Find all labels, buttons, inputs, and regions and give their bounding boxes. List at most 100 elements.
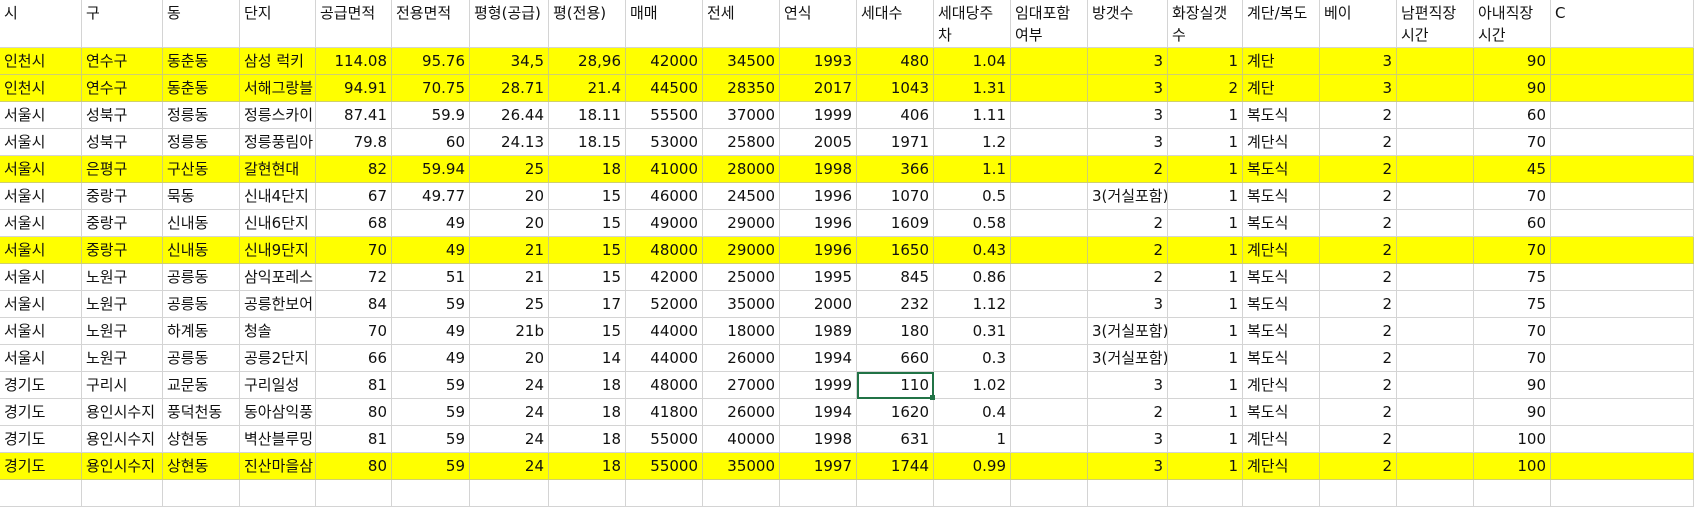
table-cell[interactable]: 67 — [316, 183, 392, 210]
table-cell[interactable]: 신내6단지 — [240, 210, 316, 237]
table-cell[interactable] — [1474, 480, 1551, 507]
table-cell[interactable]: 1744 — [857, 453, 934, 480]
column-header[interactable]: 전세 — [703, 0, 780, 48]
table-cell[interactable]: 3 — [1088, 48, 1168, 75]
table-cell[interactable] — [1397, 480, 1474, 507]
table-cell[interactable]: 성북구 — [82, 102, 163, 129]
table-cell[interactable]: 90 — [1474, 75, 1551, 102]
table-cell[interactable]: 87.41 — [316, 102, 392, 129]
table-cell[interactable]: 60 — [1474, 210, 1551, 237]
table-cell[interactable]: 서해그랑블 — [240, 75, 316, 102]
fill-handle[interactable] — [930, 395, 935, 400]
table-cell[interactable]: 70 — [316, 237, 392, 264]
table-cell[interactable]: 2 — [1320, 102, 1397, 129]
table-cell[interactable] — [163, 480, 240, 507]
table-cell[interactable]: 중랑구 — [82, 183, 163, 210]
table-cell[interactable]: 신내4단지 — [240, 183, 316, 210]
table-cell[interactable] — [1011, 156, 1088, 183]
table-cell[interactable]: 계단식 — [1243, 372, 1320, 399]
table-cell[interactable] — [0, 480, 82, 507]
table-cell[interactable]: 72 — [316, 264, 392, 291]
table-cell[interactable]: 21 — [470, 237, 549, 264]
table-cell[interactable]: 24500 — [703, 183, 780, 210]
column-header[interactable]: 남편직장시간 — [1397, 0, 1474, 48]
table-cell[interactable]: 3 — [1320, 48, 1397, 75]
table-cell[interactable]: 15 — [549, 237, 626, 264]
table-cell[interactable] — [1551, 480, 1694, 507]
table-cell[interactable]: 42000 — [626, 264, 703, 291]
table-cell[interactable] — [1551, 129, 1694, 156]
table-cell[interactable] — [1397, 183, 1474, 210]
table-cell[interactable]: 44000 — [626, 345, 703, 372]
table-cell[interactable]: 1989 — [780, 318, 857, 345]
table-cell[interactable]: 70 — [1474, 237, 1551, 264]
table-cell[interactable]: 1609 — [857, 210, 934, 237]
column-header[interactable]: 단지 — [240, 0, 316, 48]
table-cell[interactable]: 경기도 — [0, 399, 82, 426]
table-cell[interactable]: 상현동 — [163, 426, 240, 453]
table-cell[interactable]: 서울시 — [0, 318, 82, 345]
table-cell[interactable]: 0.86 — [934, 264, 1011, 291]
table-cell[interactable]: 41800 — [626, 399, 703, 426]
table-cell[interactable]: 복도식 — [1243, 102, 1320, 129]
table-cell[interactable] — [1168, 480, 1243, 507]
table-cell[interactable]: 1994 — [780, 345, 857, 372]
table-cell[interactable]: 3 — [1088, 291, 1168, 318]
table-cell[interactable]: 21b — [470, 318, 549, 345]
table-cell[interactable] — [470, 480, 549, 507]
table-cell[interactable] — [1397, 264, 1474, 291]
table-cell[interactable]: 18 — [549, 426, 626, 453]
table-cell[interactable] — [316, 480, 392, 507]
table-cell[interactable] — [82, 480, 163, 507]
table-cell[interactable] — [1551, 156, 1694, 183]
table-cell[interactable]: 진산마을삼 — [240, 453, 316, 480]
table-cell[interactable]: 구리시 — [82, 372, 163, 399]
table-cell[interactable]: 1.1 — [934, 156, 1011, 183]
table-cell[interactable]: 1995 — [780, 264, 857, 291]
table-cell[interactable]: 정릉스카이 — [240, 102, 316, 129]
table-cell[interactable]: 1650 — [857, 237, 934, 264]
table-cell[interactable] — [626, 480, 703, 507]
table-cell[interactable] — [1397, 210, 1474, 237]
table-cell[interactable]: 1 — [1168, 453, 1243, 480]
table-cell[interactable]: 75 — [1474, 291, 1551, 318]
table-cell[interactable] — [1397, 75, 1474, 102]
table-cell[interactable]: 49 — [392, 210, 470, 237]
table-cell[interactable]: 44000 — [626, 318, 703, 345]
table-cell[interactable]: 계단 — [1243, 48, 1320, 75]
table-cell[interactable]: 631 — [857, 426, 934, 453]
table-cell[interactable] — [1397, 48, 1474, 75]
table-cell[interactable]: 갈현현대 — [240, 156, 316, 183]
table-cell[interactable] — [1551, 237, 1694, 264]
column-header[interactable]: 매매 — [626, 0, 703, 48]
table-cell[interactable]: 연수구 — [82, 75, 163, 102]
table-cell[interactable]: 묵동 — [163, 183, 240, 210]
table-cell[interactable]: 114.08 — [316, 48, 392, 75]
table-cell[interactable]: 1 — [1168, 48, 1243, 75]
table-cell[interactable]: 15 — [549, 318, 626, 345]
table-cell[interactable]: 20 — [470, 345, 549, 372]
column-header[interactable]: 연식 — [780, 0, 857, 48]
table-cell[interactable]: 48000 — [626, 237, 703, 264]
table-cell[interactable]: 1 — [1168, 426, 1243, 453]
table-cell[interactable]: 벽산블루밍 — [240, 426, 316, 453]
table-cell[interactable]: 1996 — [780, 210, 857, 237]
column-header[interactable]: 베이 — [1320, 0, 1397, 48]
table-cell[interactable]: 서울시 — [0, 291, 82, 318]
table-cell[interactable] — [1011, 183, 1088, 210]
table-cell[interactable] — [1397, 291, 1474, 318]
table-cell[interactable]: 용인시수지 — [82, 426, 163, 453]
table-cell[interactable] — [1551, 345, 1694, 372]
column-header[interactable]: 임대포함여부 — [1011, 0, 1088, 48]
column-header[interactable]: 세대당주차 — [934, 0, 1011, 48]
table-cell[interactable]: 경기도 — [0, 453, 82, 480]
table-cell[interactable]: 공릉동 — [163, 291, 240, 318]
table-cell[interactable]: 18 — [549, 399, 626, 426]
table-cell[interactable]: 28350 — [703, 75, 780, 102]
table-cell[interactable]: 구산동 — [163, 156, 240, 183]
column-header[interactable]: 전용면적 — [392, 0, 470, 48]
table-cell[interactable]: 59.94 — [392, 156, 470, 183]
table-cell[interactable]: 복도식 — [1243, 291, 1320, 318]
table-cell[interactable] — [1320, 480, 1397, 507]
column-header[interactable]: 평형(공급) — [470, 0, 549, 48]
